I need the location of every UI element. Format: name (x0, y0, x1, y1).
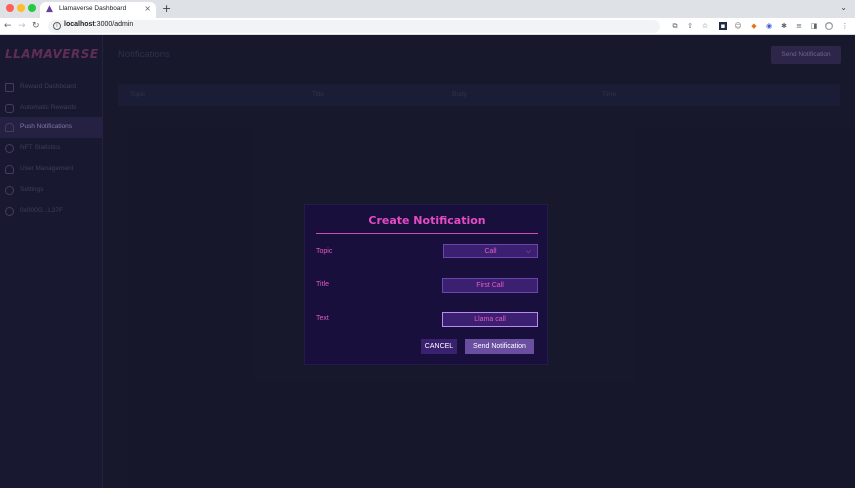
cancel-button[interactable]: CANCEL (421, 339, 457, 354)
minimize-window-icon[interactable] (17, 4, 25, 12)
dialog-title: Create Notification (368, 214, 486, 227)
maximize-window-icon[interactable] (28, 4, 36, 12)
submit-notification-button[interactable]: Send Notification (465, 339, 534, 354)
title-label: Title (316, 281, 329, 288)
forward-icon[interactable]: → (18, 20, 26, 32)
url-path: :3000/admin (94, 21, 134, 28)
extensions-puzzle-icon[interactable]: ✱ (780, 22, 788, 30)
tab-search-icon[interactable]: ⌄ (840, 3, 847, 12)
browser-menu-icon[interactable]: ⋮ (841, 22, 849, 30)
bookmark-star-icon[interactable]: ☆ (701, 22, 709, 30)
browser-tab[interactable]: ▲ Llamaverse Dashboard × (40, 2, 156, 18)
topic-select-value: Call (484, 248, 497, 255)
metamask-icon[interactable]: ◆ (750, 22, 758, 30)
reading-list-icon[interactable]: ≡ (795, 22, 803, 30)
site-info-icon[interactable]: i (53, 22, 61, 30)
chevron-down-icon: ⌵ (525, 248, 531, 255)
back-icon[interactable]: ← (4, 20, 12, 32)
url-host: localhost (64, 21, 95, 28)
reload-icon[interactable]: ↻ (32, 20, 40, 32)
tab-close-icon[interactable]: × (144, 4, 151, 13)
new-tab-button[interactable]: + (162, 2, 171, 15)
browser-titlebar: ▲ Llamaverse Dashboard × + ⌄ (0, 0, 855, 18)
title-input[interactable]: First Call (442, 278, 538, 293)
browser-toolbar: ← → ↻ i localhost:3000/admin ⧉ ⇧ ☆ ▪ ☺ ◆… (0, 18, 855, 35)
extension-circle-icon[interactable]: ◉ (765, 22, 773, 30)
extension-face-icon[interactable]: ☺ (734, 22, 742, 30)
text-label: Text (316, 315, 329, 322)
text-input[interactable]: Llama call (442, 312, 538, 327)
translate-icon[interactable]: ⧉ (671, 22, 679, 30)
topic-select[interactable]: Call ⌵ (443, 244, 538, 258)
extension-icon[interactable]: ▪ (719, 22, 727, 30)
address-bar[interactable]: i localhost:3000/admin (48, 20, 660, 33)
profile-avatar-icon[interactable]: ● (825, 22, 833, 30)
share-icon[interactable]: ⇧ (686, 22, 694, 30)
side-panel-icon[interactable]: ◨ (810, 22, 818, 30)
dialog-divider (316, 233, 538, 234)
tab-title: Llamaverse Dashboard (59, 5, 127, 12)
close-window-icon[interactable] (6, 4, 14, 12)
create-notification-dialog: Create Notification Topic Call ⌵ Title F… (304, 204, 548, 365)
llama-favicon-icon: ▲ (46, 4, 53, 14)
url-text: localhost:3000/admin (64, 21, 133, 28)
topic-label: Topic (316, 248, 333, 255)
